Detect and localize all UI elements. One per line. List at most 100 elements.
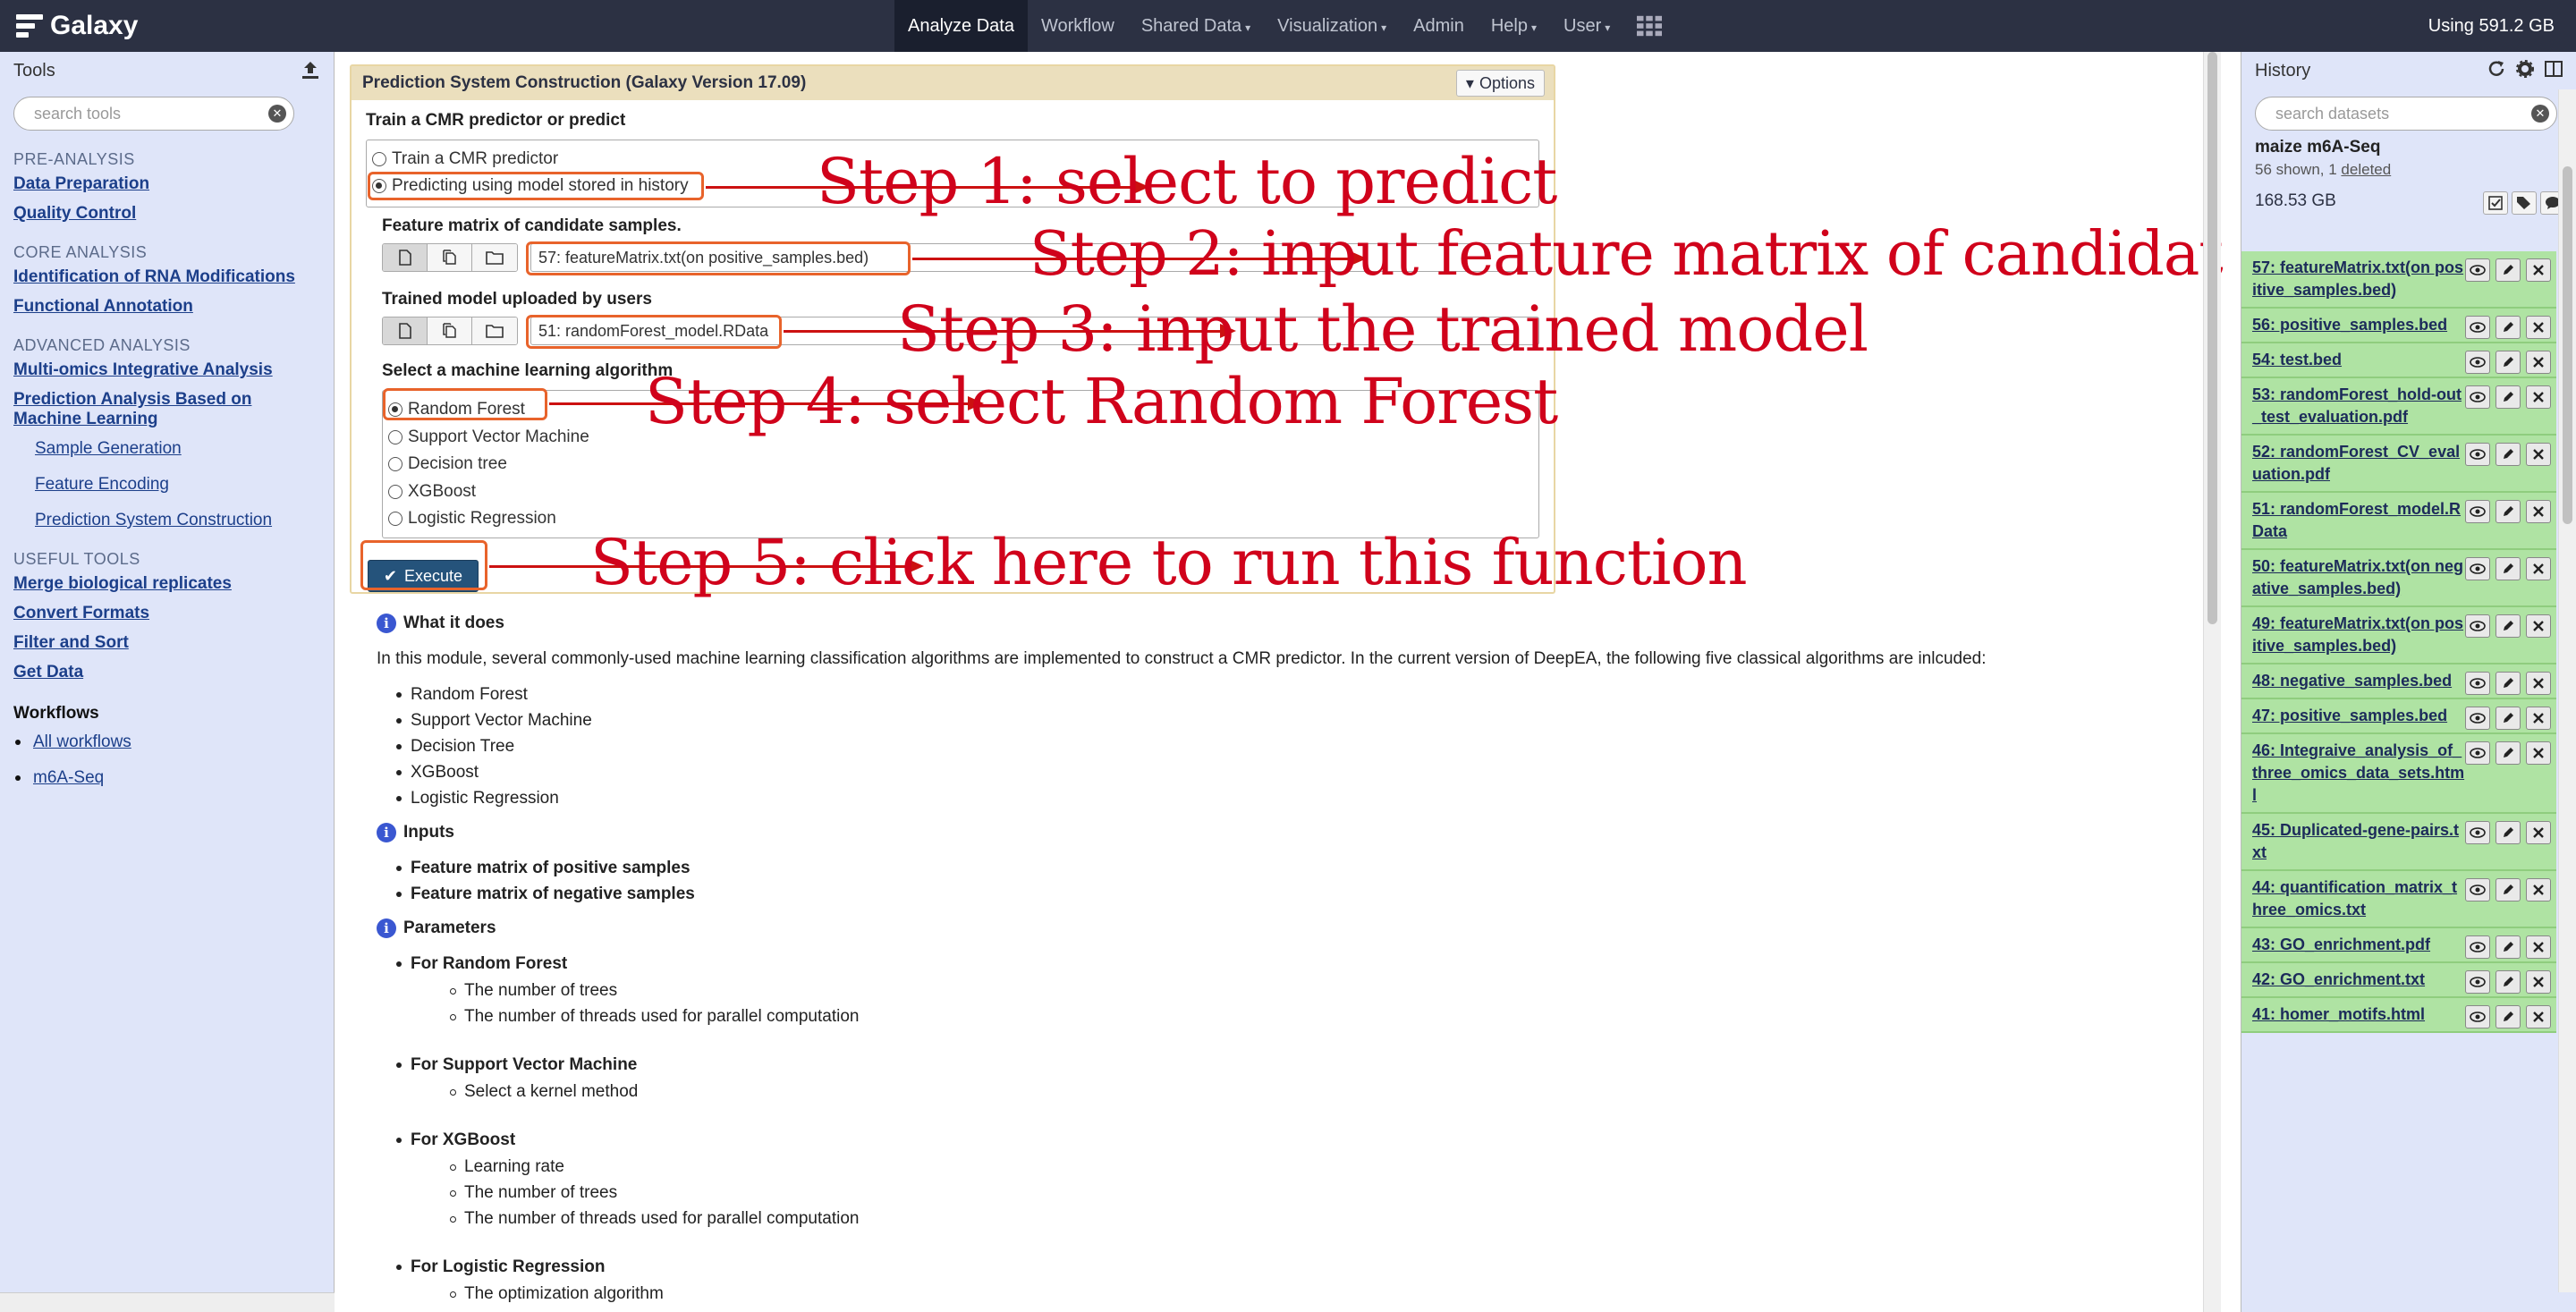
clear-search-icon[interactable]: ✕ <box>2531 105 2549 123</box>
deleted-link[interactable]: deleted <box>2341 161 2391 178</box>
dataset-title[interactable]: 50: featureMatrix.txt(on negative_sample… <box>2252 557 2463 597</box>
dataset-item[interactable]: 41: homer_motifs.html <box>2241 998 2556 1033</box>
delete-icon[interactable] <box>2526 351 2551 374</box>
dataset-title[interactable]: 41: homer_motifs.html <box>2252 1005 2425 1023</box>
delete-icon[interactable] <box>2526 672 2551 695</box>
eye-icon[interactable] <box>2465 500 2490 523</box>
dataset-item[interactable]: 54: test.bed <box>2241 343 2556 378</box>
pencil-icon[interactable] <box>2496 258 2521 282</box>
eye-icon[interactable] <box>2465 351 2490 374</box>
dataset-title[interactable]: 51: randomForest_model.RData <box>2252 500 2461 540</box>
dataset-title[interactable]: 48: negative_samples.bed <box>2252 672 2452 690</box>
pencil-icon[interactable] <box>2496 385 2521 409</box>
upload-icon[interactable] <box>300 59 321 86</box>
dataset-title[interactable]: 57: featureMatrix.txt(on positive_sample… <box>2252 258 2463 299</box>
radio-button[interactable] <box>388 429 402 444</box>
quota-meter[interactable]: Using 591.2 GB <box>2428 0 2555 52</box>
folder-icon[interactable] <box>472 317 517 344</box>
dataset-item[interactable]: 53: randomForest_hold-out_test_evaluatio… <box>2241 378 2556 436</box>
scrollbar-thumb[interactable] <box>2207 52 2217 624</box>
pencil-icon[interactable] <box>2496 741 2521 765</box>
dataset-search-input[interactable] <box>2256 97 2488 130</box>
dataset-item[interactable]: 48: negative_samples.bed <box>2241 664 2556 699</box>
history-scrollbar[interactable] <box>2558 89 2576 1292</box>
pencil-icon[interactable] <box>2496 443 2521 466</box>
pencil-icon[interactable] <box>2496 316 2521 339</box>
pencil-icon[interactable] <box>2496 1005 2521 1028</box>
tool-sample-generation[interactable]: Sample Generation <box>35 439 320 459</box>
checkbox-icon[interactable] <box>2483 191 2508 215</box>
eye-icon[interactable] <box>2465 741 2490 765</box>
delete-icon[interactable] <box>2526 385 2551 409</box>
nav-workflow[interactable]: Workflow <box>1028 0 1128 52</box>
scrollbar-thumb[interactable] <box>2563 166 2572 524</box>
pencil-icon[interactable] <box>2496 970 2521 994</box>
dataset-item[interactable]: 42: GO_enrichment.txt <box>2241 963 2556 998</box>
tool-data-preparation[interactable]: Data Preparation <box>13 174 320 194</box>
dataset-item[interactable]: 56: positive_samples.bed <box>2241 309 2556 343</box>
eye-icon[interactable] <box>2465 443 2490 466</box>
tool-identification-of-rna-modifications[interactable]: Identification of RNA Modifications <box>13 267 320 287</box>
radio-algo-xgboost[interactable]: XGBoost <box>388 482 476 502</box>
dataset-item[interactable]: 57: featureMatrix.txt(on positive_sample… <box>2241 251 2556 309</box>
delete-icon[interactable] <box>2526 741 2551 765</box>
delete-icon[interactable] <box>2526 500 2551 523</box>
eye-icon[interactable] <box>2465 385 2490 409</box>
delete-icon[interactable] <box>2526 557 2551 580</box>
eye-icon[interactable] <box>2465 878 2490 901</box>
pencil-icon[interactable] <box>2496 351 2521 374</box>
radio-button[interactable] <box>388 484 402 499</box>
eye-icon[interactable] <box>2465 970 2490 994</box>
nav-analyze-data[interactable]: Analyze Data <box>894 0 1028 52</box>
eye-icon[interactable] <box>2465 614 2490 638</box>
tool-prediction-system-construction[interactable]: Prediction System Construction <box>35 511 320 530</box>
dataset-search[interactable]: ✕ <box>2255 97 2557 131</box>
tool-prediction-analysis-based-on-machine-learning[interactable]: Prediction Analysis Based on Machine Lea… <box>13 390 320 429</box>
multiple-datasets-icon[interactable] <box>428 317 472 344</box>
dataset-item[interactable]: 49: featureMatrix.txt(on positive_sample… <box>2241 607 2556 664</box>
horizontal-scrollbar[interactable] <box>0 1292 335 1312</box>
nav-shared-data[interactable]: Shared Data ▾ <box>1128 0 1264 52</box>
delete-icon[interactable] <box>2526 316 2551 339</box>
delete-icon[interactable] <box>2526 970 2551 994</box>
gear-icon[interactable] <box>2515 59 2535 84</box>
dataset-item[interactable]: 47: positive_samples.bed <box>2241 699 2556 734</box>
pencil-icon[interactable] <box>2496 614 2521 638</box>
apps-grid-icon[interactable] <box>1623 0 1675 52</box>
tool-quality-control[interactable]: Quality Control <box>13 204 320 224</box>
dataset-item[interactable]: 46: Integraive_analysis_of_three_omics_d… <box>2241 734 2556 814</box>
tags-icon[interactable] <box>2512 191 2537 215</box>
refresh-icon[interactable] <box>2487 59 2506 84</box>
dataset-item[interactable]: 45: Duplicated-gene-pairs.txt <box>2241 814 2556 871</box>
delete-icon[interactable] <box>2526 614 2551 638</box>
eye-icon[interactable] <box>2465 821 2490 844</box>
single-dataset-icon[interactable] <box>383 244 428 271</box>
nav-visualization[interactable]: Visualization ▾ <box>1264 0 1400 52</box>
dataset-item[interactable]: 52: randomForest_CV_evaluation.pdf <box>2241 436 2556 493</box>
eye-icon[interactable] <box>2465 258 2490 282</box>
tool-convert-formats[interactable]: Convert Formats <box>13 604 320 623</box>
dataset-title[interactable]: 42: GO_enrichment.txt <box>2252 970 2425 988</box>
pencil-icon[interactable] <box>2496 878 2521 901</box>
multiple-datasets-icon[interactable] <box>428 244 472 271</box>
radio-algo-logistic-regression[interactable]: Logistic Regression <box>388 509 556 529</box>
clear-search-icon[interactable]: ✕ <box>268 105 286 123</box>
nav-help[interactable]: Help ▾ <box>1478 0 1550 52</box>
eye-icon[interactable] <box>2465 672 2490 695</box>
workflow-link-m6a-seq[interactable]: m6A-Seq <box>33 768 104 788</box>
radio-button[interactable] <box>372 152 386 166</box>
dataset-title[interactable]: 53: randomForest_hold-out_test_evaluatio… <box>2252 385 2462 426</box>
dataset-title[interactable]: 46: Integraive_analysis_of_three_omics_d… <box>2252 741 2464 804</box>
nav-user[interactable]: User ▾ <box>1550 0 1623 52</box>
eye-icon[interactable] <box>2465 707 2490 730</box>
dataset-title[interactable]: 49: featureMatrix.txt(on positive_sample… <box>2252 614 2463 655</box>
tool-get-data[interactable]: Get Data <box>13 663 320 682</box>
columns-icon[interactable] <box>2544 59 2563 84</box>
pencil-icon[interactable] <box>2496 500 2521 523</box>
dataset-title[interactable]: 44: quantification_matrix_three_omics.tx… <box>2252 878 2457 918</box>
pencil-icon[interactable] <box>2496 935 2521 959</box>
eye-icon[interactable] <box>2465 935 2490 959</box>
delete-icon[interactable] <box>2526 821 2551 844</box>
workflow-link-all-workflows[interactable]: All workflows <box>33 732 131 752</box>
tool-merge-biological-replicates[interactable]: Merge biological replicates <box>13 574 320 594</box>
